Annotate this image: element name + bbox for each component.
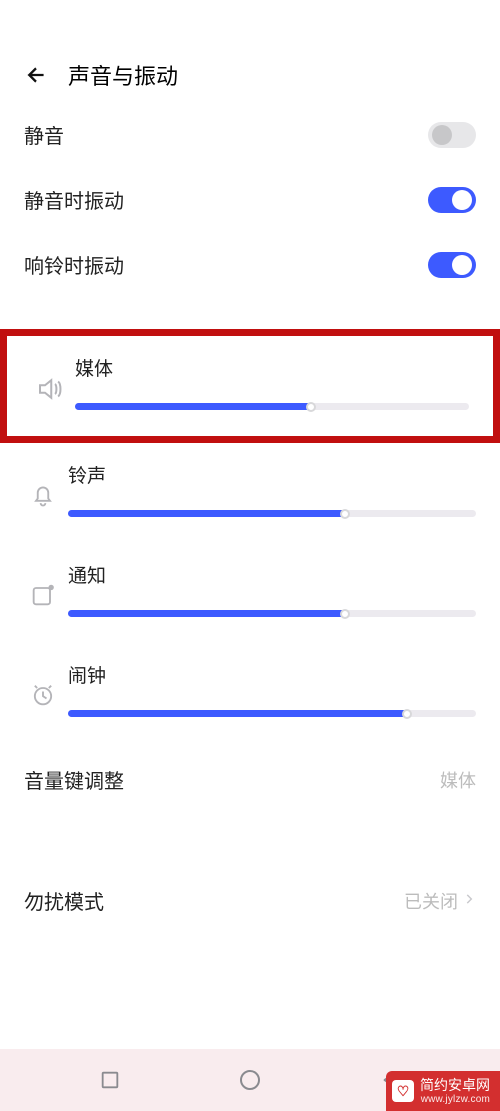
vibrate-on-ring-label: 响铃时振动 [24, 250, 124, 279]
row-dnd[interactable]: 勿扰模式 已关闭 [0, 868, 500, 933]
notification-slider-fill [68, 610, 345, 617]
ringtone-slider-thumb[interactable] [340, 509, 350, 519]
watermark: ♡ 简约安卓网 www.jylzw.com [386, 1071, 500, 1111]
page-title: 声音与振动 [68, 59, 178, 91]
alarm-slider-thumb[interactable] [402, 709, 412, 719]
row-vibrate-on-ring[interactable]: 响铃时振动 [0, 232, 500, 297]
ringtone-slider-track[interactable] [68, 510, 476, 517]
notification-icon [18, 561, 68, 609]
vibrate-on-mute-label: 静音时振动 [24, 185, 124, 214]
highlight-box: 媒体 [0, 329, 500, 443]
slider-alarm[interactable]: 闹钟 [0, 643, 500, 743]
ringtone-label: 铃声 [68, 461, 476, 488]
volume-icon [25, 354, 75, 404]
media-slider-track[interactable] [75, 403, 469, 410]
vibrate-on-ring-toggle[interactable] [428, 252, 476, 278]
watermark-url: www.jylzw.com [421, 1094, 490, 1106]
dnd-label: 勿扰模式 [24, 886, 104, 915]
dnd-value: 已关闭 [404, 888, 458, 914]
mute-toggle[interactable] [428, 122, 476, 148]
row-mute[interactable]: 静音 [0, 102, 500, 167]
alarm-label: 闹钟 [68, 661, 476, 688]
volume-key-value: 媒体 [440, 767, 476, 793]
volume-key-label: 音量键调整 [24, 765, 124, 794]
media-slider-fill [75, 403, 311, 410]
row-volume-key-adjust[interactable]: 音量键调整 媒体 [0, 747, 500, 812]
ringtone-slider-fill [68, 510, 345, 517]
vibrate-on-mute-toggle[interactable] [428, 187, 476, 213]
back-icon[interactable] [22, 61, 50, 89]
slider-ringtone[interactable]: 铃声 [0, 443, 500, 543]
alarm-icon [18, 661, 68, 709]
header: 声音与振动 [0, 0, 500, 102]
mute-label: 静音 [24, 120, 64, 149]
media-label: 媒体 [75, 354, 469, 381]
chevron-right-icon [462, 890, 476, 911]
notification-slider-track[interactable] [68, 610, 476, 617]
nav-home-icon[interactable] [238, 1068, 262, 1092]
android-icon: ♡ [392, 1080, 414, 1102]
alarm-slider-track[interactable] [68, 710, 476, 717]
media-slider-thumb[interactable] [306, 402, 316, 412]
row-vibrate-on-mute[interactable]: 静音时振动 [0, 167, 500, 232]
notification-label: 通知 [68, 561, 476, 588]
alarm-slider-fill [68, 710, 407, 717]
watermark-name: 简约安卓网 [420, 1077, 490, 1093]
nav-recents-icon[interactable] [99, 1069, 121, 1091]
notification-slider-thumb[interactable] [340, 609, 350, 619]
slider-media[interactable]: 媒体 [7, 336, 493, 436]
bell-icon [18, 461, 68, 509]
slider-notification[interactable]: 通知 [0, 543, 500, 643]
